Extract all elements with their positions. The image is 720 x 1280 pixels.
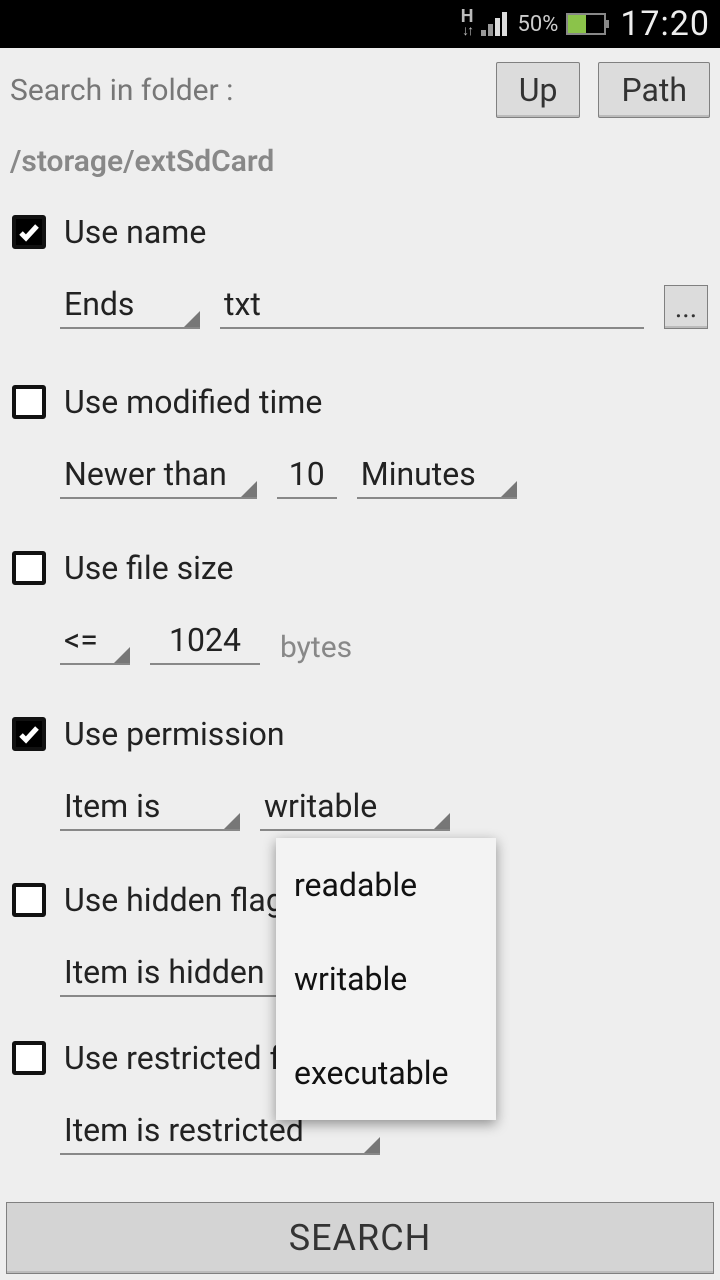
- battery-icon: [566, 13, 606, 35]
- use-hidden-flag-checkbox[interactable]: [12, 883, 46, 917]
- use-name-label: Use name: [64, 213, 206, 251]
- size-unit-label: bytes: [280, 630, 352, 665]
- permission-value-spinner[interactable]: writable: [260, 783, 450, 831]
- name-value-input[interactable]: txt: [220, 281, 644, 329]
- current-path: /storage/extSdCard: [0, 122, 720, 185]
- name-more-button[interactable]: ...: [664, 285, 708, 329]
- time-value-input[interactable]: 10: [277, 451, 337, 499]
- up-button[interactable]: Up: [496, 62, 581, 118]
- name-mode-spinner[interactable]: Ends: [60, 281, 200, 329]
- battery-percentage: 50%: [517, 12, 558, 37]
- search-in-folder-label: Search in folder :: [10, 73, 233, 108]
- size-value-input[interactable]: 1024: [150, 617, 260, 665]
- use-name-checkbox[interactable]: [12, 215, 46, 249]
- time-mode-spinner[interactable]: Newer than: [60, 451, 257, 499]
- use-hidden-flag-label: Use hidden flag: [64, 881, 284, 919]
- dropdown-option-executable[interactable]: executable: [276, 1026, 496, 1120]
- use-restricted-flag-checkbox[interactable]: [12, 1041, 46, 1075]
- use-permission-label: Use permission: [64, 715, 285, 753]
- network-type-icon: H ↓↑: [461, 10, 474, 38]
- permission-dropdown: readable writable executable: [276, 838, 496, 1120]
- time-unit-spinner[interactable]: Minutes: [357, 451, 517, 499]
- signal-icon: [481, 12, 509, 36]
- use-modified-time-label: Use modified time: [64, 383, 322, 421]
- path-button[interactable]: Path: [598, 62, 710, 118]
- use-file-size-label: Use file size: [64, 549, 233, 587]
- use-file-size-checkbox[interactable]: [12, 551, 46, 585]
- search-button[interactable]: SEARCH: [6, 1202, 714, 1274]
- use-modified-time-checkbox[interactable]: [12, 385, 46, 419]
- clock: 17:20: [620, 4, 710, 44]
- header: Search in folder : Up Path: [0, 48, 720, 122]
- size-op-spinner[interactable]: <=: [60, 617, 130, 665]
- dropdown-option-readable[interactable]: readable: [276, 838, 496, 932]
- permission-mode-spinner[interactable]: Item is: [60, 783, 240, 831]
- dropdown-option-writable[interactable]: writable: [276, 932, 496, 1026]
- use-permission-checkbox[interactable]: [12, 717, 46, 751]
- status-bar: H ↓↑ 50% 17:20: [0, 0, 720, 48]
